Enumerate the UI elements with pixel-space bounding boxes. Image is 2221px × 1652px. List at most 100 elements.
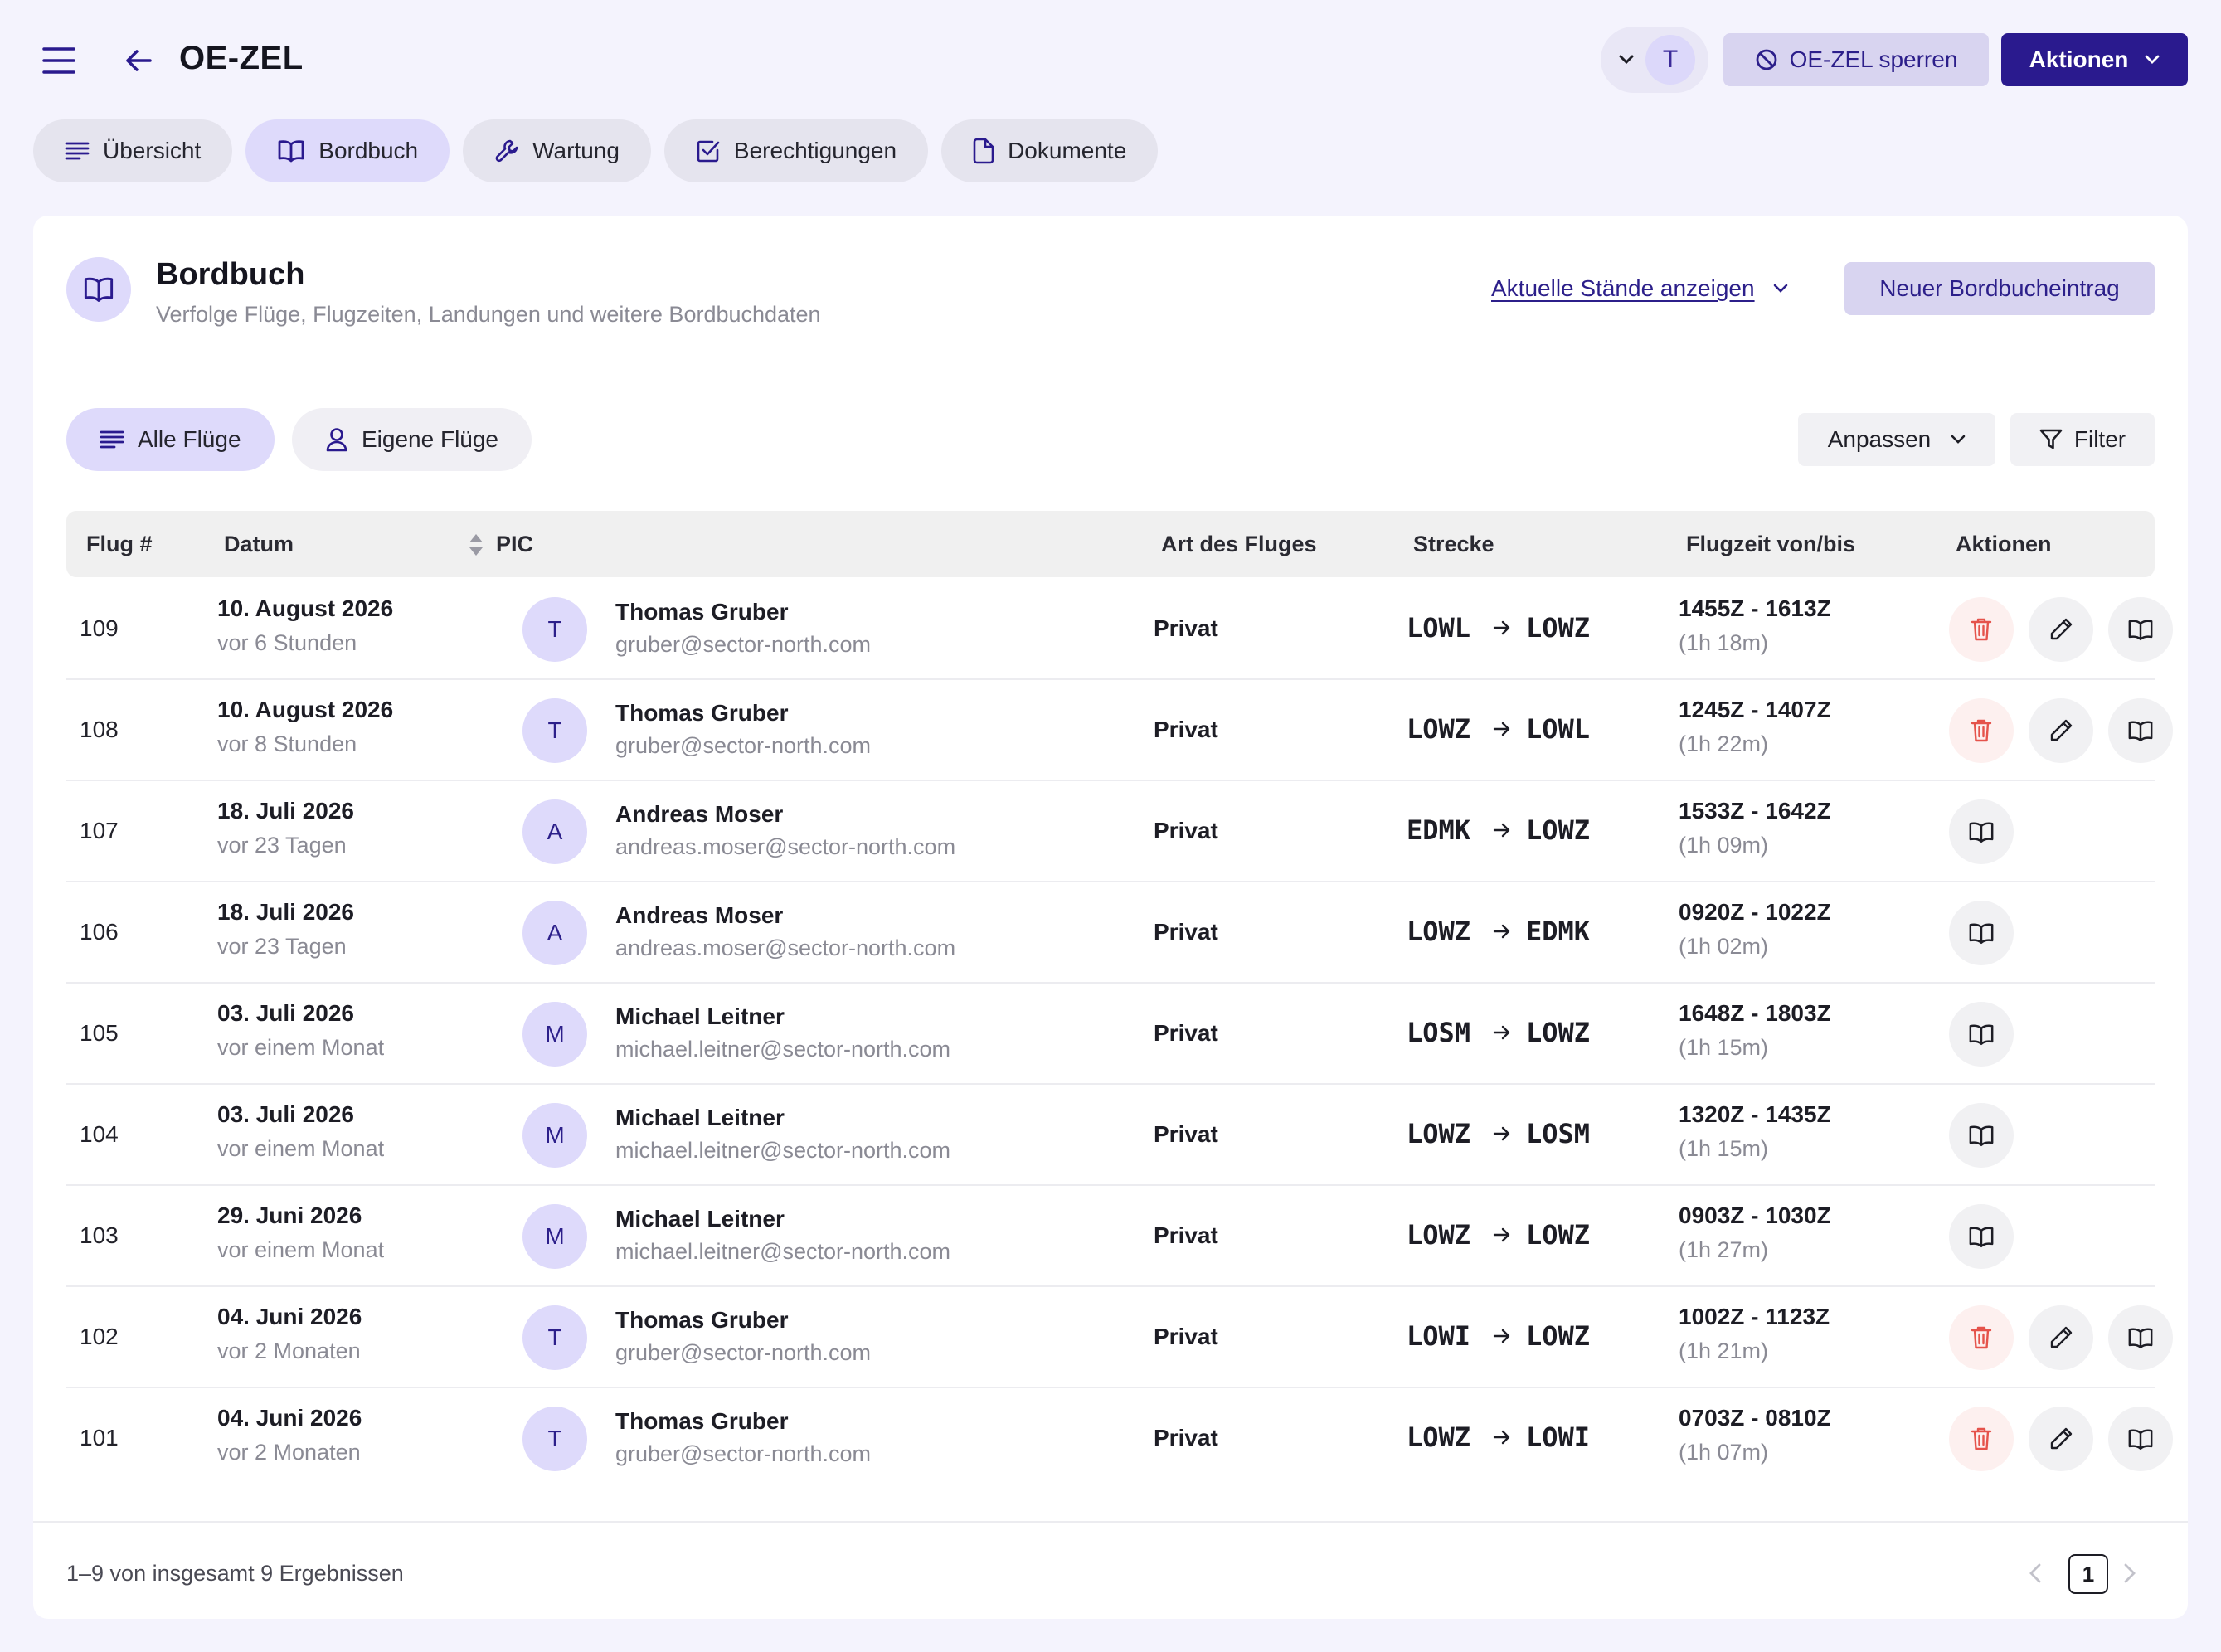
pencil-icon (2050, 618, 2073, 640)
current-status-link[interactable]: Aktuelle Stände anzeigen (1491, 275, 1788, 302)
table-row[interactable]: 101 04. Juni 2026 vor 2 Monaten T Thomas Gru… (66, 1388, 2173, 1489)
flight-type: Privat (1154, 1425, 1218, 1450)
pilot-email: michael.leitner@sector-north.com (615, 1138, 951, 1163)
logbook-card: Bordbuch Verfolge Flüge, Flugzeiten, Lan… (33, 216, 2188, 1619)
back-button[interactable] (109, 32, 168, 90)
view-entry-button[interactable] (1949, 1103, 2014, 1168)
flight-date-relative: vor einem Monat (217, 1136, 385, 1161)
view-entry-button[interactable] (2108, 1407, 2173, 1471)
column-date[interactable]: Datum (224, 511, 294, 577)
view-entry-button[interactable] (2108, 1305, 2173, 1370)
edit-entry-button[interactable] (2029, 698, 2093, 763)
delete-entry-button[interactable] (1949, 1407, 2014, 1471)
flight-date-relative: vor 8 Stunden (217, 731, 357, 756)
user-menu[interactable]: T (1601, 27, 1708, 93)
filter-button[interactable]: Filter (2010, 413, 2155, 466)
filter-own-flights[interactable]: Eigene Flüge (292, 408, 532, 471)
flight-type: Privat (1154, 1222, 1218, 1248)
flight-time: 0920Z - 1022Z (1h 02m) (1679, 899, 1831, 960)
table-row[interactable]: 103 29. Juni 2026 vor einem Monat M Michael … (66, 1186, 2155, 1287)
route: LOWZ LOWZ (1407, 1219, 1617, 1251)
flight-date-value: 29. Juni 2026 (217, 1203, 362, 1228)
table-row[interactable]: 105 03. Juli 2026 vor einem Monat M Michael … (66, 984, 2155, 1085)
flight-duration: (1h 22m) (1679, 731, 1769, 756)
customize-button[interactable]: Anpassen (1798, 413, 1995, 466)
tab-label: Dokumente (1008, 138, 1127, 163)
table-row[interactable]: 108 10. August 2026 vor 8 Stunden T Thomas G… (66, 680, 2173, 781)
footer-divider (33, 1521, 2188, 1523)
book-icon (1969, 1024, 1994, 1045)
route-to: LOWZ (1526, 1320, 1591, 1352)
view-entry-button[interactable] (1949, 799, 2014, 864)
pagination-current-page[interactable]: 1 (2068, 1554, 2108, 1594)
new-entry-button[interactable]: Neuer Bordbucheintrag (1844, 262, 2155, 315)
flight-date-relative: vor 2 Monaten (217, 1440, 361, 1465)
column-route: Strecke (1413, 531, 1494, 556)
tab-maintenance[interactable]: Wartung (463, 119, 651, 182)
flight-time: 1002Z - 1123Z (1h 21m) (1679, 1304, 1830, 1364)
column-flight-type: Art des Fluges (1161, 531, 1317, 556)
view-entry-button[interactable] (2108, 698, 2173, 763)
flight-date: 04. Juni 2026 vor 2 Monaten (217, 1304, 362, 1364)
tab-documents[interactable]: Dokumente (941, 119, 1159, 182)
ban-icon (1756, 49, 1776, 70)
chevron-right-icon[interactable] (2123, 1562, 2136, 1584)
route: LOWZ EDMK (1407, 916, 1617, 947)
table-row[interactable]: 106 18. Juli 2026 vor 23 Tagen A Andreas Mos… (66, 882, 2155, 984)
flight-date-relative: vor 6 Stunden (217, 630, 357, 655)
edit-entry-button[interactable] (2029, 597, 2093, 662)
view-entry-button[interactable] (1949, 1002, 2014, 1067)
filter-all-flights[interactable]: Alle Flüge (66, 408, 275, 471)
actions-dropdown-button[interactable]: Aktionen (2001, 33, 2188, 86)
flight-time: 0703Z - 0810Z (1h 07m) (1679, 1405, 1831, 1465)
lock-aircraft-button[interactable]: OE-ZEL sperren (1723, 33, 1989, 86)
delete-entry-button[interactable] (1949, 698, 2014, 763)
menu-button[interactable] (30, 32, 88, 90)
pencil-icon (2050, 1427, 2073, 1450)
current-status-label: Aktuelle Stände anzeigen (1491, 275, 1755, 301)
view-entry-button[interactable] (2108, 597, 2173, 662)
table-row[interactable]: 109 10. August 2026 vor 6 Stunden T Thomas G… (66, 579, 2173, 680)
tab-permissions[interactable]: Berechtigungen (663, 119, 929, 182)
arrow-right-icon (1493, 1329, 1510, 1343)
flight-duration: (1h 18m) (1679, 630, 1769, 655)
flight-time-range: 1002Z - 1123Z (1679, 1304, 1830, 1329)
table-header: Flug # Datum PIC Art des Fluges Strecke … (66, 511, 2155, 577)
pilot-name: Thomas Gruber (615, 1408, 789, 1434)
trash-icon (1971, 719, 1992, 742)
edit-entry-button[interactable] (2029, 1407, 2093, 1471)
flight-duration: (1h 27m) (1679, 1237, 1769, 1262)
flight-time-range: 1455Z - 1613Z (1679, 595, 1831, 621)
book-icon (2128, 620, 2153, 640)
avatar: A (522, 901, 587, 965)
flight-date-value: 18. Juli 2026 (217, 798, 355, 824)
flight-date-value: 03. Juli 2026 (217, 1000, 355, 1026)
user-icon (326, 428, 347, 452)
tab-overview[interactable]: Übersicht (33, 119, 233, 182)
delete-entry-button[interactable] (1949, 597, 2014, 662)
route-to: LOWZ (1526, 1017, 1591, 1048)
flight-type: Privat (1154, 1324, 1218, 1349)
chevron-left-icon[interactable] (2029, 1562, 2042, 1584)
table-row[interactable]: 102 04. Juni 2026 vor 2 Monaten T Thomas Gru… (66, 1287, 2173, 1388)
view-entry-button[interactable] (1949, 901, 2014, 965)
tab-logbook[interactable]: Bordbuch (245, 119, 450, 182)
sort-icon[interactable] (468, 532, 484, 557)
card-title: Bordbuch (156, 257, 305, 292)
book-icon (2128, 721, 2153, 741)
table-row[interactable]: 104 03. Juli 2026 vor einem Monat M Michael … (66, 1085, 2155, 1186)
edit-entry-button[interactable] (2029, 1305, 2093, 1370)
route-to: LOWL (1526, 713, 1591, 745)
flight-time-range: 0903Z - 1030Z (1679, 1203, 1831, 1228)
pilot-name: Michael Leitner (615, 1206, 785, 1232)
route-from: LOWZ (1407, 1118, 1471, 1149)
column-pic: PIC (496, 531, 534, 556)
delete-entry-button[interactable] (1949, 1305, 2014, 1370)
view-entry-button[interactable] (1949, 1204, 2014, 1269)
route: LOWI LOWZ (1407, 1320, 1617, 1352)
table-row[interactable]: 107 18. Juli 2026 vor 23 Tagen A Andreas Mos… (66, 781, 2155, 882)
route: LOWZ LOSM (1407, 1118, 1617, 1149)
flight-duration: (1h 21m) (1679, 1339, 1769, 1363)
filter-icon (2039, 429, 2063, 449)
avatar: M (522, 1204, 587, 1269)
